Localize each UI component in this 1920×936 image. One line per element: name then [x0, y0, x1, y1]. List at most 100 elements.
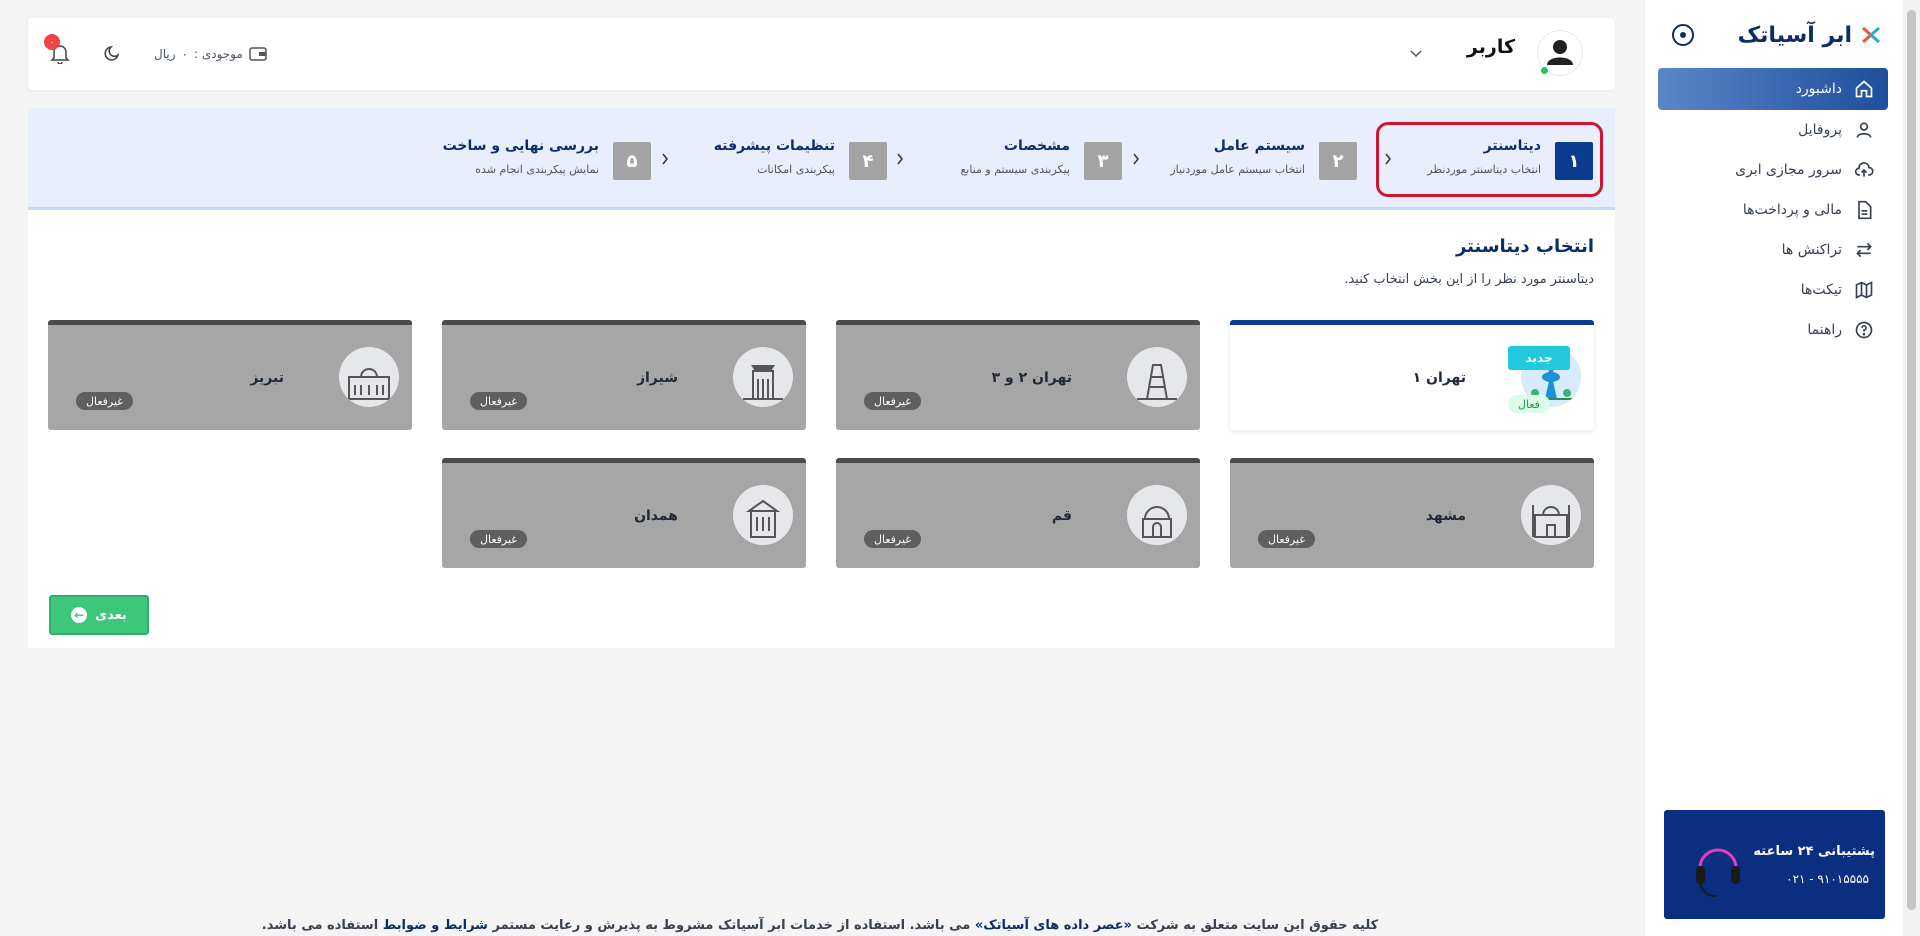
datacenter-name: همدان	[634, 508, 678, 524]
chevron-down-icon[interactable]	[1409, 46, 1423, 60]
help-circle-icon	[1855, 321, 1873, 339]
step-title: دیتاسنتر	[1483, 138, 1541, 154]
logo-icon	[1860, 24, 1882, 46]
datacenter-card-mashhad[interactable]: مشهد غیرفعال	[1230, 458, 1594, 568]
step-title: مشخصات	[1003, 138, 1070, 154]
chevron-left-icon	[662, 153, 668, 165]
datacenter-card-tabriz[interactable]: تبریز غیرفعال	[48, 320, 412, 430]
step-datacenter[interactable]: ۱ دیتاسنتر انتخاب دیتاسنتر موردنظر	[1393, 138, 1593, 182]
brand[interactable]: ابر آسیاتک	[1738, 18, 1882, 52]
step-number: ۲	[1319, 142, 1357, 180]
sidebar-item-transactions[interactable]: تراکنش ها	[1658, 230, 1888, 270]
map-icon	[1855, 281, 1873, 299]
cloud-upload-icon	[1854, 162, 1874, 177]
new-badge: جدید	[1508, 346, 1570, 370]
headset-icon	[1696, 848, 1740, 897]
step-subtitle: انتخاب دیتاسنتر موردنظر	[1427, 163, 1541, 176]
datacenter-name: تهران ۱	[1412, 370, 1466, 386]
datacenter-name: شیراز	[636, 370, 678, 386]
footer-text-2: می باشد. استفاده از خدمات ابر آسیاتک مشر…	[492, 918, 971, 933]
sidebar-item-label: داشبورد	[1795, 81, 1842, 97]
avatar[interactable]	[1538, 31, 1582, 75]
step-number: ۱	[1555, 142, 1593, 180]
step-review[interactable]: ۵ بررسی نهایی و ساخت نمایش پیکربندی انجا…	[443, 138, 651, 182]
notification-badge: ۰	[44, 34, 60, 50]
page-description: دیتاسنتر مورد نظر را از این بخش انتخاب ک…	[1344, 272, 1594, 287]
qom-dome-icon	[1127, 485, 1187, 545]
step-advanced[interactable]: ۴ تنظیمات پیشرفته پیکربندی امکانات	[687, 138, 887, 182]
datacenter-card-tehran-1[interactable]: تهران ۱ جدید فعال	[1230, 320, 1594, 430]
balance-unit: ریال	[154, 47, 176, 61]
sidebar: ابر آسیاتک داشبورد پروفایل سرور مجازی اب…	[1644, 0, 1920, 936]
status-badge: غیرفعال	[470, 530, 528, 548]
datacenter-card-shiraz[interactable]: شیراز غیرفعال	[442, 320, 806, 430]
sidebar-nav: داشبورد پروفایل سرور مجازی ابری مالی و پ…	[1658, 68, 1888, 350]
sidebar-item-cloud-server[interactable]: سرور مجازی ابری	[1658, 150, 1888, 190]
datacenter-name: تبریز	[250, 370, 284, 386]
sidebar-item-label: پروفایل	[1798, 122, 1842, 138]
datacenter-card-hamedan[interactable]: همدان غیرفعال	[442, 458, 806, 568]
wallet-icon	[249, 47, 267, 61]
online-status-dot	[1540, 66, 1549, 75]
milad-tower-icon	[1127, 347, 1187, 407]
step-subtitle: پیکربندی امکانات	[757, 163, 835, 176]
step-title: سیستم عامل	[1213, 138, 1305, 154]
step-title: بررسی نهایی و ساخت	[442, 138, 599, 154]
arrows-swap-icon	[1856, 242, 1872, 258]
mashhad-shrine-icon	[1521, 485, 1581, 545]
chevron-left-icon	[897, 153, 903, 165]
step-os[interactable]: ۲ سیستم عامل انتخاب سیستم عامل موردنیاز	[1157, 138, 1357, 182]
username[interactable]: کاربر	[1467, 36, 1515, 58]
step-subtitle: پیکربندی سیستم و منابع	[960, 163, 1070, 176]
main-content: انتخاب دیتاسنتر دیتاسنتر مورد نظر را از …	[28, 210, 1615, 648]
chevron-left-icon	[1385, 153, 1391, 165]
sidebar-item-label: سرور مجازی ابری	[1735, 162, 1842, 178]
hamedan-monument-icon	[733, 485, 793, 545]
footer: کلیه حقوق این سایت متعلق به شرکت «عصر دا…	[0, 918, 1640, 933]
tabriz-building-icon	[339, 347, 399, 407]
step-number: ۴	[849, 142, 887, 180]
wallet-balance[interactable]: موجودی : ۰ ریال	[154, 46, 267, 62]
next-button[interactable]: بعدی ←	[49, 595, 149, 635]
balance-value: ۰	[181, 47, 188, 61]
status-badge: غیرفعال	[470, 392, 528, 410]
next-button-label: بعدی	[95, 607, 127, 623]
status-badge: غیرفعال	[864, 392, 922, 410]
datacenter-card-tehran-2-3[interactable]: تهران ۲ و ۳ غیرفعال	[836, 320, 1200, 430]
sidebar-item-finance[interactable]: مالی و پرداخت‌ها	[1658, 190, 1888, 230]
sidebar-item-help[interactable]: راهنما	[1658, 310, 1888, 350]
step-specs[interactable]: ۳ مشخصات پیکربندی سیستم و منابع	[922, 138, 1122, 182]
sidebar-item-tickets[interactable]: تیکت‌ها	[1658, 270, 1888, 310]
support-phone: ۰۲۱ - ۹۱۰۱۵۵۵۵	[1786, 872, 1869, 886]
step-subtitle: انتخاب سیستم عامل موردنیاز	[1170, 163, 1305, 176]
support-card[interactable]: پشتیبانی ۲۴ ساعته ۰۲۱ - ۹۱۰۱۵۵۵۵	[1664, 810, 1885, 919]
sidebar-item-label: تیکت‌ها	[1800, 282, 1842, 298]
sidebar-item-label: مالی و پرداخت‌ها	[1742, 202, 1842, 218]
footer-company-link[interactable]: «عصر داده های آسیاتک»	[975, 918, 1132, 933]
brand-title: ابر آسیاتک	[1737, 22, 1852, 48]
wizard-steps: ۱ دیتاسنتر انتخاب دیتاسنتر موردنظر ۲ سیس…	[28, 108, 1615, 210]
footer-text-1: کلیه حقوق این سایت متعلق به شرکت	[1136, 918, 1379, 933]
datacenter-card-qom[interactable]: قم غیرفعال	[836, 458, 1200, 568]
user-icon	[1856, 122, 1872, 138]
status-badge: غیرفعال	[1258, 530, 1316, 548]
sidebar-toggle-icon[interactable]	[1672, 24, 1694, 46]
status-badge: فعال	[1508, 395, 1550, 413]
top-header: کاربر موجودی : ۰ ریال ۰	[28, 18, 1615, 90]
footer-terms-link[interactable]: شرایط و ضوابط	[383, 918, 488, 933]
dark-mode-toggle-icon[interactable]	[104, 44, 122, 62]
status-badge: غیرفعال	[76, 392, 134, 410]
chevron-left-icon	[1133, 153, 1139, 165]
sidebar-item-profile[interactable]: پروفایل	[1658, 110, 1888, 150]
sidebar-item-label: راهنما	[1807, 322, 1842, 338]
footer-text-3: استفاده می باشد.	[261, 918, 379, 933]
sidebar-scrollbar[interactable]	[1903, 0, 1920, 936]
step-number: ۵	[613, 142, 651, 180]
sidebar-item-label: تراکنش ها	[1781, 242, 1842, 258]
datacenter-name: تهران ۲ و ۳	[991, 370, 1072, 386]
sidebar-item-dashboard[interactable]: داشبورد	[1658, 68, 1888, 110]
datacenter-name: مشهد	[1425, 508, 1466, 524]
status-badge: غیرفعال	[864, 530, 922, 548]
balance-label: موجودی :	[193, 47, 243, 61]
datacenter-name: قم	[1051, 508, 1072, 524]
